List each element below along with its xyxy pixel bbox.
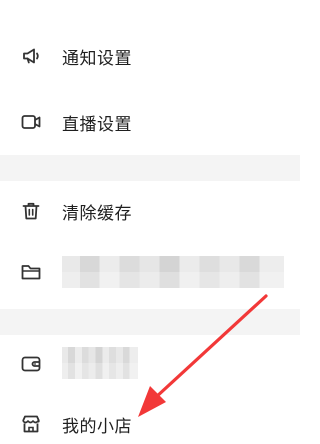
partial-icon [18,0,44,12]
menu-item-label: 我的小店 [62,416,132,437]
menu-item-folder-blurred[interactable] [0,243,300,299]
menu-item-label: 直播设置 [62,114,132,135]
menu-item-clear-cache[interactable]: 清除缓存 [0,183,300,239]
menu-item-live-settings[interactable]: 直播设置 [0,94,300,150]
folder-icon [18,259,44,285]
section-divider [0,155,300,181]
menu-item-notification-settings[interactable]: 通知设置 [0,28,300,84]
blurred-label [62,347,138,379]
menu-item-my-store[interactable]: 我的小店 [0,404,300,444]
menu-item-label: 清除缓存 [62,203,132,224]
section-divider [0,309,300,335]
menu-item-label: 通知设置 [62,48,132,69]
trash-icon [18,198,44,224]
megaphone-icon [18,43,44,69]
menu-item-partial-top[interactable] [0,0,300,14]
video-camera-icon [18,109,44,135]
wallet-icon [18,351,44,377]
menu-item-wallet-blurred[interactable] [0,335,300,391]
store-icon [18,411,44,437]
blurred-label [62,256,284,288]
